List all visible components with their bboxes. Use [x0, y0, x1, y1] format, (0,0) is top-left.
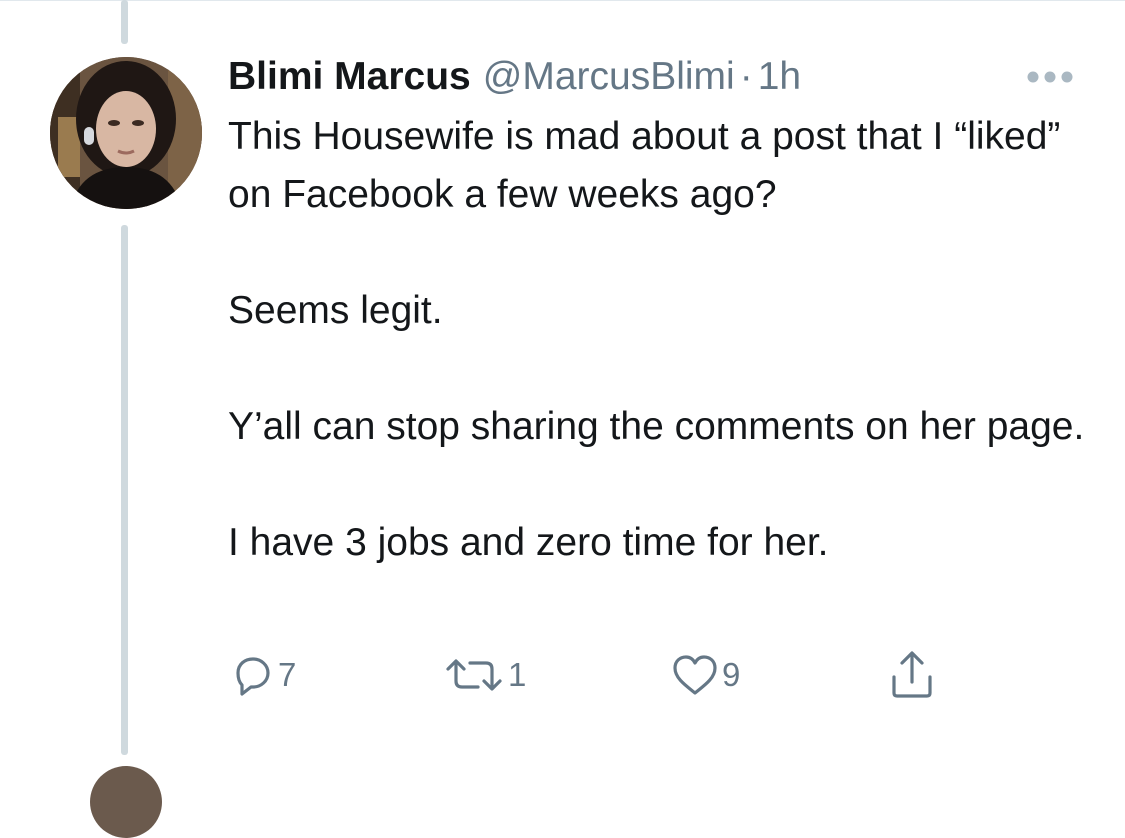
heart-icon — [673, 655, 717, 695]
tweet-paragraph: Y’all can stop sharing the comments on h… — [228, 405, 1085, 448]
retweet-count: 1 — [508, 656, 527, 693]
retweet-button[interactable]: 1 — [442, 650, 526, 700]
reply-button[interactable]: 7 — [228, 650, 296, 700]
like-button[interactable]: 9 — [670, 650, 740, 700]
more-options-icon[interactable] — [1026, 70, 1074, 84]
retweet-icon — [446, 659, 502, 691]
next-tweet-avatar[interactable] — [90, 766, 162, 838]
header-separator: · — [739, 55, 753, 98]
avatar[interactable] — [50, 57, 202, 209]
author-name[interactable]: Blimi Marcus — [228, 52, 471, 102]
reply-count: 7 — [278, 656, 297, 693]
like-count: 9 — [722, 656, 741, 693]
thread-line-top — [121, 0, 128, 44]
avatar-photo — [50, 57, 202, 209]
tweet-paragraph: Seems legit. — [228, 289, 443, 332]
share-button[interactable] — [886, 650, 938, 700]
tweet-timestamp[interactable]: 1h — [758, 52, 801, 102]
thread-line-bottom — [121, 225, 128, 755]
top-divider — [0, 0, 1125, 1]
tweet-paragraph: This Housewife is mad about a post that … — [228, 115, 1061, 216]
tweet-header: Blimi Marcus @MarcusBlimi · 1h — [228, 52, 801, 102]
tweet-paragraph: I have 3 jobs and zero time for her. — [228, 521, 829, 564]
tweet-text: This Housewife is mad about a post that … — [228, 108, 1088, 572]
share-icon — [892, 651, 932, 698]
author-handle[interactable]: @MarcusBlimi — [483, 52, 735, 102]
reply-icon — [236, 657, 270, 696]
